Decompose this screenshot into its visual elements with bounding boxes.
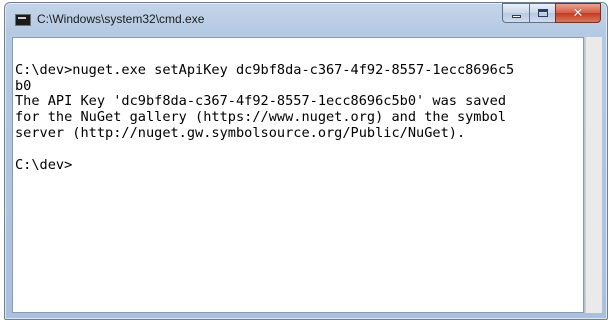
console-line: The API Key 'dc9bf8da-c367-4f92-8557-1ec… bbox=[15, 93, 507, 110]
console-line: C:\dev> bbox=[15, 156, 73, 173]
title-bar[interactable]: C:\Windows\system32\cmd.exe ✕ bbox=[5, 3, 607, 37]
maximize-icon bbox=[537, 9, 548, 17]
caption-buttons: ✕ bbox=[502, 3, 601, 23]
console-line: b0 bbox=[15, 77, 32, 94]
window-title: C:\Windows\system32\cmd.exe bbox=[37, 12, 205, 26]
console-line: server (http://nuget.gw.symbolsource.org… bbox=[15, 124, 466, 141]
close-icon: ✕ bbox=[572, 5, 584, 21]
vertical-scrollbar[interactable] bbox=[585, 37, 602, 313]
console-output: C:\dev>nuget.exe setApiKey dc9bf8da-c367… bbox=[15, 47, 514, 173]
cmd-window: C:\Windows\system32\cmd.exe ✕ C:\dev>nug… bbox=[4, 2, 608, 320]
console-line: for the NuGet gallery (https://www.nuget… bbox=[15, 109, 507, 126]
minimize-icon bbox=[511, 14, 521, 18]
cmd-console-icon[interactable] bbox=[15, 14, 31, 26]
console-area[interactable]: C:\dev>nuget.exe setApiKey dc9bf8da-c367… bbox=[12, 37, 584, 313]
maximize-button[interactable] bbox=[529, 3, 555, 23]
console-line: C:\dev>nuget.exe setApiKey dc9bf8da-c367… bbox=[15, 61, 515, 78]
close-button[interactable]: ✕ bbox=[555, 3, 601, 23]
minimize-button[interactable] bbox=[502, 3, 529, 23]
